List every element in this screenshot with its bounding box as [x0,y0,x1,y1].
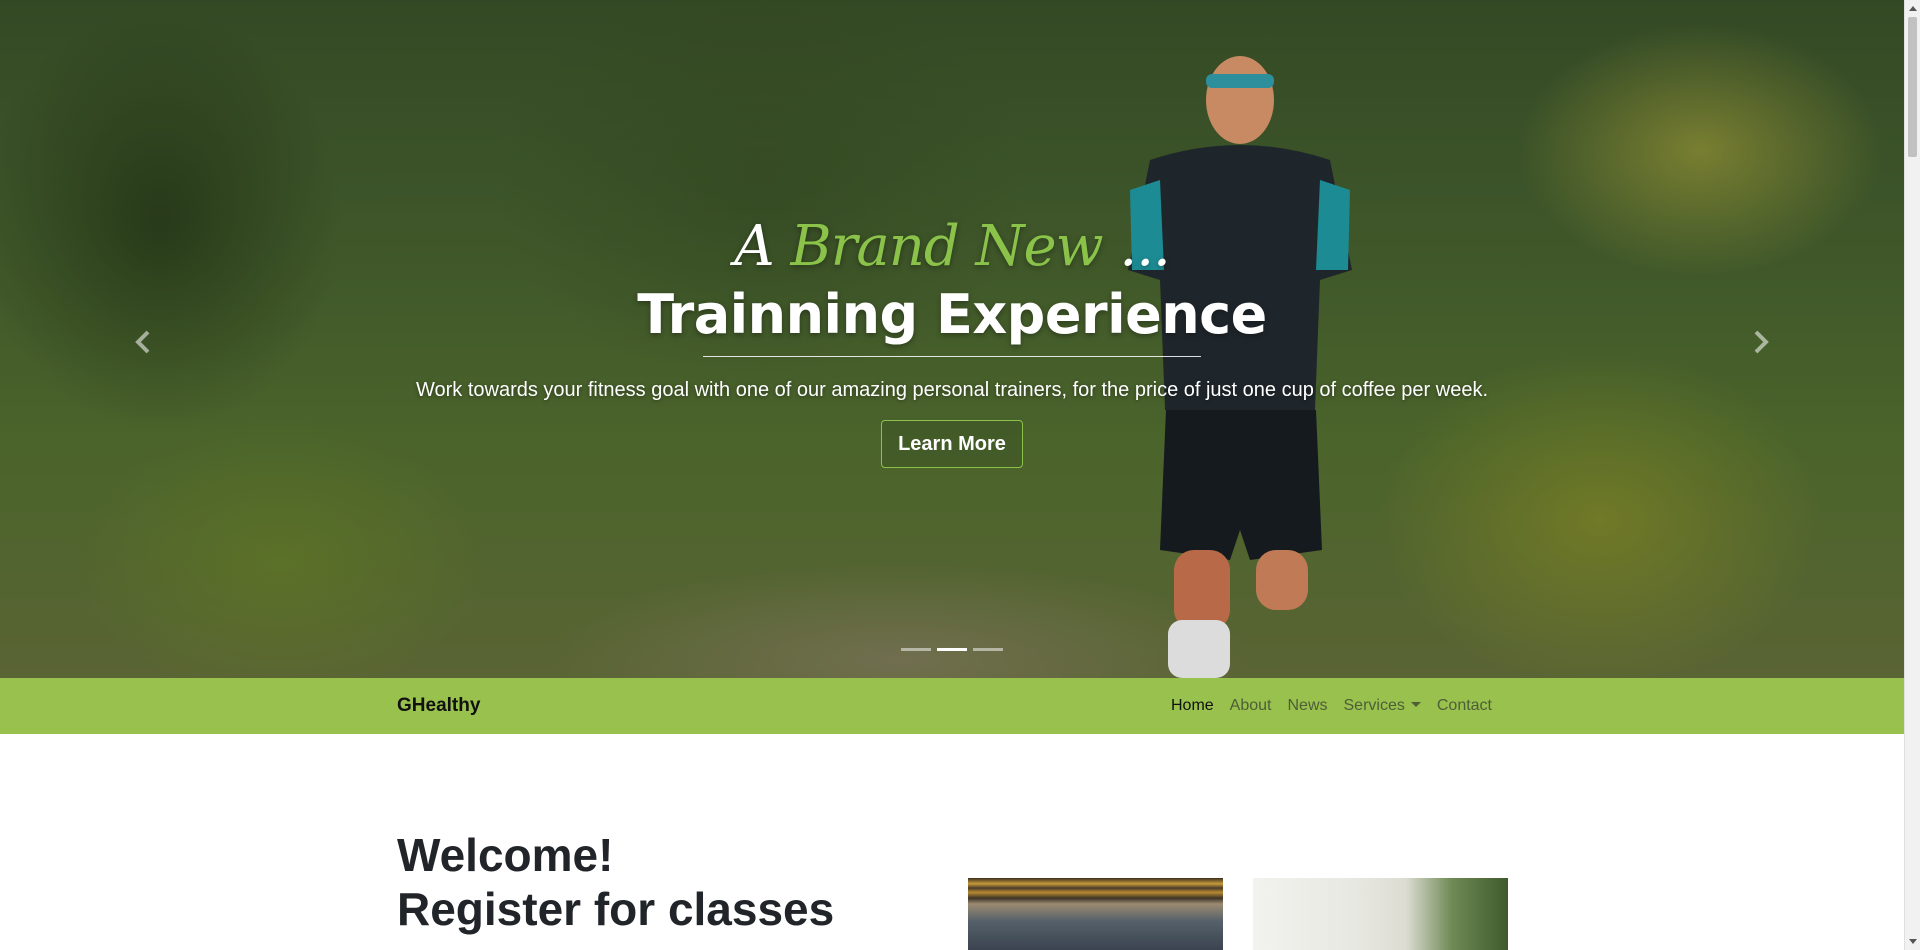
welcome-heading: Welcome! Register for classes [397,828,834,936]
carousel-indicator-2[interactable] [937,648,967,651]
brand-logo[interactable]: GHealthy [397,678,480,734]
fitness-photo [1253,878,1508,950]
chevron-right-icon [1754,330,1769,354]
nav-link-contact[interactable]: Contact [1429,697,1500,715]
nav-link-home[interactable]: Home [1163,697,1222,715]
hero-script-prefix: A [734,214,774,279]
caret-down-icon [1410,702,1421,707]
hero-script-suffix: ... [1119,214,1170,279]
nav-link-news[interactable]: News [1279,697,1335,715]
hero-title: Trainning Experience [637,283,1267,346]
chevron-left-icon [135,330,150,354]
hero-script-heading: A Brand New ... [0,212,1904,282]
hero-text: Work towards your fitness goal with one … [415,379,1489,401]
welcome-line-2: Register for classes [397,883,835,935]
carousel-indicator-3[interactable] [973,648,1003,651]
welcome-line-1: Welcome! [397,829,614,881]
nav-link-about[interactable]: About [1222,697,1280,715]
carousel-indicators [901,648,1003,651]
scroll-up-arrow-icon[interactable] [1909,6,1917,11]
hero-divider [703,356,1201,357]
scroll-down-arrow-icon[interactable] [1909,939,1917,944]
scrollbar-thumb[interactable] [1908,17,1917,157]
vertical-scrollbar[interactable] [1904,0,1920,950]
nav-link-services[interactable]: Services [1336,697,1429,715]
carousel-next-button[interactable] [1746,322,1776,362]
learn-more-button[interactable]: Learn More [881,420,1023,468]
carousel-indicator-1[interactable] [901,648,931,651]
hero-carousel: A Brand New ... Trainning Experience Wor… [0,0,1904,678]
hero-caption: A Brand New ... Trainning Experience Wor… [0,212,1904,468]
navbar: GHealthy Home About News Services Contac… [0,678,1904,734]
nav-links: Home About News Services Contact [1163,678,1500,734]
nav-link-services-label: Services [1343,697,1405,714]
hero-script-accent: Brand New [790,214,1103,279]
carousel-prev-button[interactable] [128,322,158,362]
stadium-photo [968,878,1223,950]
